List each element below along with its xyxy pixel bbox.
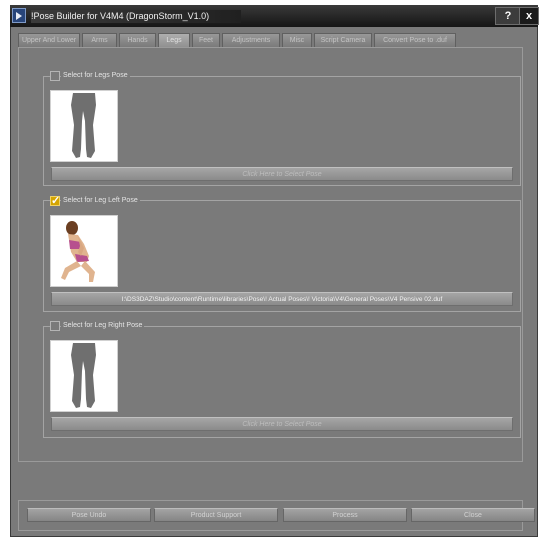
legs-pose-thumbnail	[50, 90, 118, 162]
legs-pose-label: Select for Legs Pose	[61, 71, 130, 81]
tab-convert-pose-to-duf[interactable]: Convert Pose to .duf	[374, 33, 456, 47]
leg-left-pose-checkbox[interactable]	[50, 194, 60, 207]
tab-upper-and-lower[interactable]: Upper And Lower	[18, 33, 80, 47]
tab-adjustments[interactable]: Adjustments	[222, 33, 280, 47]
tab-feet[interactable]: Feet	[192, 33, 220, 47]
leg-right-pose-thumbnail	[50, 340, 118, 412]
legs-pose-select-button[interactable]: Click Here to Select Pose	[51, 167, 513, 181]
legs-pose-checkbox[interactable]	[50, 71, 60, 81]
process-button[interactable]: Process	[283, 508, 407, 522]
leg-left-pose-thumbnail	[50, 215, 118, 287]
tab-arms[interactable]: Arms	[82, 33, 117, 47]
legs-figure-icon	[71, 93, 96, 158]
app-icon	[12, 8, 26, 23]
tab-hands[interactable]: Hands	[119, 33, 156, 47]
tab-script-camera[interactable]: Script Camera	[314, 33, 372, 47]
window-title: !Pose Builder for V4M4 (DragonStorm_V1.0…	[31, 10, 241, 23]
leg-left-pose-label: Select for Leg Left Pose	[61, 196, 140, 206]
leg-right-pose-label: Select for Leg Right Pose	[61, 321, 145, 331]
help-button[interactable]: ?	[495, 7, 520, 25]
product-support-button[interactable]: Product Support	[154, 508, 278, 522]
tab-legs[interactable]: Legs	[158, 33, 190, 47]
seated-figure-icon	[61, 221, 95, 282]
leg-right-pose-select-button[interactable]: Click Here to Select Pose	[51, 417, 513, 431]
tab-misc[interactable]: Misc	[282, 33, 312, 47]
pose-undo-button[interactable]: Pose Undo	[27, 508, 151, 522]
leg-left-pose-select-button[interactable]: I:\DS3DAZ\Studio\content\Runtime\librari…	[51, 292, 513, 306]
leg-right-pose-checkbox[interactable]	[50, 321, 60, 331]
legs-figure-icon	[71, 343, 96, 408]
tab-bar: Upper And Lower Arms Hands Legs Feet Adj…	[18, 33, 523, 47]
close-window-button[interactable]: x	[519, 7, 539, 25]
title-bar[interactable]: !Pose Builder for V4M4 (DragonStorm_V1.0…	[10, 5, 539, 27]
close-button[interactable]: Close	[411, 508, 535, 522]
